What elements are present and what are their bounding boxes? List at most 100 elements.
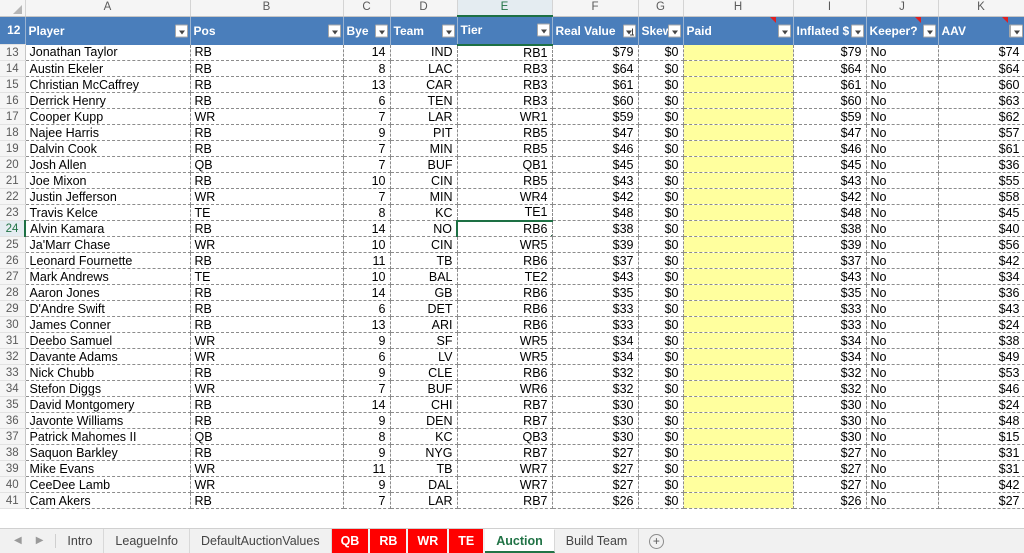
cell-inflated-27[interactable]: $43 [793,268,867,285]
cell-skew-38[interactable]: $0 [638,444,684,461]
cell-inflated-23[interactable]: $48 [793,204,867,221]
cell-aav-27[interactable]: $34 [938,268,1024,285]
cell-skew-33[interactable]: $0 [638,364,684,381]
cell-tier-16[interactable]: RB3 [457,92,553,109]
filter-dropdown-icon-keeper[interactable] [922,24,936,37]
cell-paid-36[interactable] [683,412,794,429]
cell-real-32[interactable]: $34 [552,348,639,365]
cell-inflated-33[interactable]: $32 [793,364,867,381]
cell-real-28[interactable]: $35 [552,284,639,301]
cell-skew-41[interactable]: $0 [638,492,684,509]
cell-keeper-28[interactable]: No [866,284,939,301]
cell-keeper-39[interactable]: No [866,460,939,477]
cell-keeper-17[interactable]: No [866,108,939,125]
cell-team-15[interactable]: CAR [390,76,458,93]
cell-paid-28[interactable] [683,284,794,301]
cell-pos-29[interactable]: RB [190,300,344,317]
cell-bye-18[interactable]: 9 [343,124,391,141]
cell-team-41[interactable]: LAR [390,492,458,509]
row-number-25[interactable]: 25 [0,236,26,253]
cell-skew-30[interactable]: $0 [638,316,684,333]
cell-bye-21[interactable]: 10 [343,172,391,189]
cell-paid-13[interactable] [683,44,794,61]
row-number-18[interactable]: 18 [0,124,26,141]
cell-bye-32[interactable]: 6 [343,348,391,365]
cell-real-23[interactable]: $48 [552,204,639,221]
column-header-c[interactable]: C [343,0,391,17]
sheet-tab-te[interactable]: TE [449,529,486,553]
cell-player-14[interactable]: Austin Ekeler [25,60,191,77]
table-row[interactable]: 17Cooper KuppWR7LARWR1$59$0$59No$62-$3 [0,108,1024,125]
cell-keeper-36[interactable]: No [866,412,939,429]
cell-aav-37[interactable]: $15 [938,428,1024,445]
row-number-23[interactable]: 23 [0,204,26,221]
cell-tier-18[interactable]: RB5 [457,124,553,141]
cell-skew-32[interactable]: $0 [638,348,684,365]
row-number-37[interactable]: 37 [0,428,26,445]
cell-tier-24[interactable]: RB6 [456,219,553,237]
cell-tier-28[interactable]: RB6 [457,284,553,301]
column-header-i[interactable]: I [793,0,867,17]
row-number-38[interactable]: 38 [0,444,26,461]
cell-inflated-31[interactable]: $34 [793,332,867,349]
cell-bye-37[interactable]: 8 [343,428,391,445]
cell-tier-38[interactable]: RB7 [457,444,553,461]
cell-player-34[interactable]: Stefon Diggs [25,380,191,397]
filter-dropdown-icon-tier[interactable] [536,23,550,37]
cell-bye-13[interactable]: 14 [343,44,391,61]
cell-bye-15[interactable]: 13 [343,76,391,93]
cell-real-27[interactable]: $43 [552,268,639,285]
cell-keeper-16[interactable]: No [866,92,939,109]
cell-tier-14[interactable]: RB3 [457,60,553,77]
cell-tier-25[interactable]: WR5 [457,236,553,253]
cell-bye-41[interactable]: 7 [343,492,391,509]
cell-keeper-24[interactable]: No [866,220,939,237]
cell-player-24[interactable]: Alvin Kamara [25,220,191,237]
cell-aav-16[interactable]: $63 [938,92,1024,109]
cell-inflated-22[interactable]: $42 [793,188,867,205]
cell-aav-33[interactable]: $53 [938,364,1024,381]
cell-inflated-39[interactable]: $27 [793,460,867,477]
cell-real-33[interactable]: $32 [552,364,639,381]
cell-bye-23[interactable]: 8 [343,204,391,221]
sheet-tab-auction[interactable]: Auction [485,529,555,553]
cell-skew-24[interactable]: $0 [638,220,684,237]
cell-pos-33[interactable]: RB [190,364,344,381]
cell-pos-17[interactable]: WR [190,108,344,125]
cell-tier-29[interactable]: RB6 [457,300,553,317]
sheet-tab-qb[interactable]: QB [331,529,371,553]
fill-handle[interactable] [549,234,551,236]
cell-skew-35[interactable]: $0 [638,396,684,413]
table-row[interactable]: 20Josh AllenQB7BUFQB1$45$0$45No$36$9 [0,156,1024,173]
cell-pos-14[interactable]: RB [190,60,344,77]
column-header-a[interactable]: A [25,0,191,17]
cell-real-39[interactable]: $27 [552,460,639,477]
table-row[interactable]: 26 Leonard Fournette RB 11 TB RB6 $37 $0 $37 No $4… [0,252,1024,269]
cell-player-39[interactable]: Mike Evans [25,460,191,477]
cell-real-35[interactable]: $30 [552,396,639,413]
cell-paid-32[interactable] [683,348,794,365]
cell-team-30[interactable]: ARI [390,316,458,333]
cell-aav-21[interactable]: $55 [938,172,1024,189]
row-number-32[interactable]: 32 [0,348,26,365]
cell-aav-38[interactable]: $31 [938,444,1024,461]
cell-keeper-35[interactable]: No [866,396,939,413]
cell-pos-24[interactable]: RB [190,220,344,237]
cell-skew-27[interactable]: $0 [638,268,684,285]
cell-bye-33[interactable]: 9 [343,364,391,381]
cell-keeper-33[interactable]: No [866,364,939,381]
cell-skew-19[interactable]: $0 [638,140,684,157]
cell-pos-30[interactable]: RB [190,316,344,333]
cell-team-22[interactable]: MIN [390,188,458,205]
cell-team-33[interactable]: CLE [390,364,458,381]
cell-tier-40[interactable]: WR7 [457,476,553,493]
cell-pos-26[interactable]: RB [190,252,344,269]
filter-dropdown-icon-inflated[interactable] [850,24,864,37]
worksheet-grid[interactable]: ABCDEFGHIJKL 12Player Pos Bye Team Tier Real … [0,0,1024,528]
cell-pos-39[interactable]: WR [190,460,344,477]
cell-skew-16[interactable]: $0 [638,92,684,109]
cell-aav-19[interactable]: $61 [938,140,1024,157]
cell-paid-15[interactable] [683,76,794,93]
sheet-tab-leagueinfo[interactable]: LeagueInfo [104,529,190,553]
cell-inflated-17[interactable]: $59 [793,108,867,125]
